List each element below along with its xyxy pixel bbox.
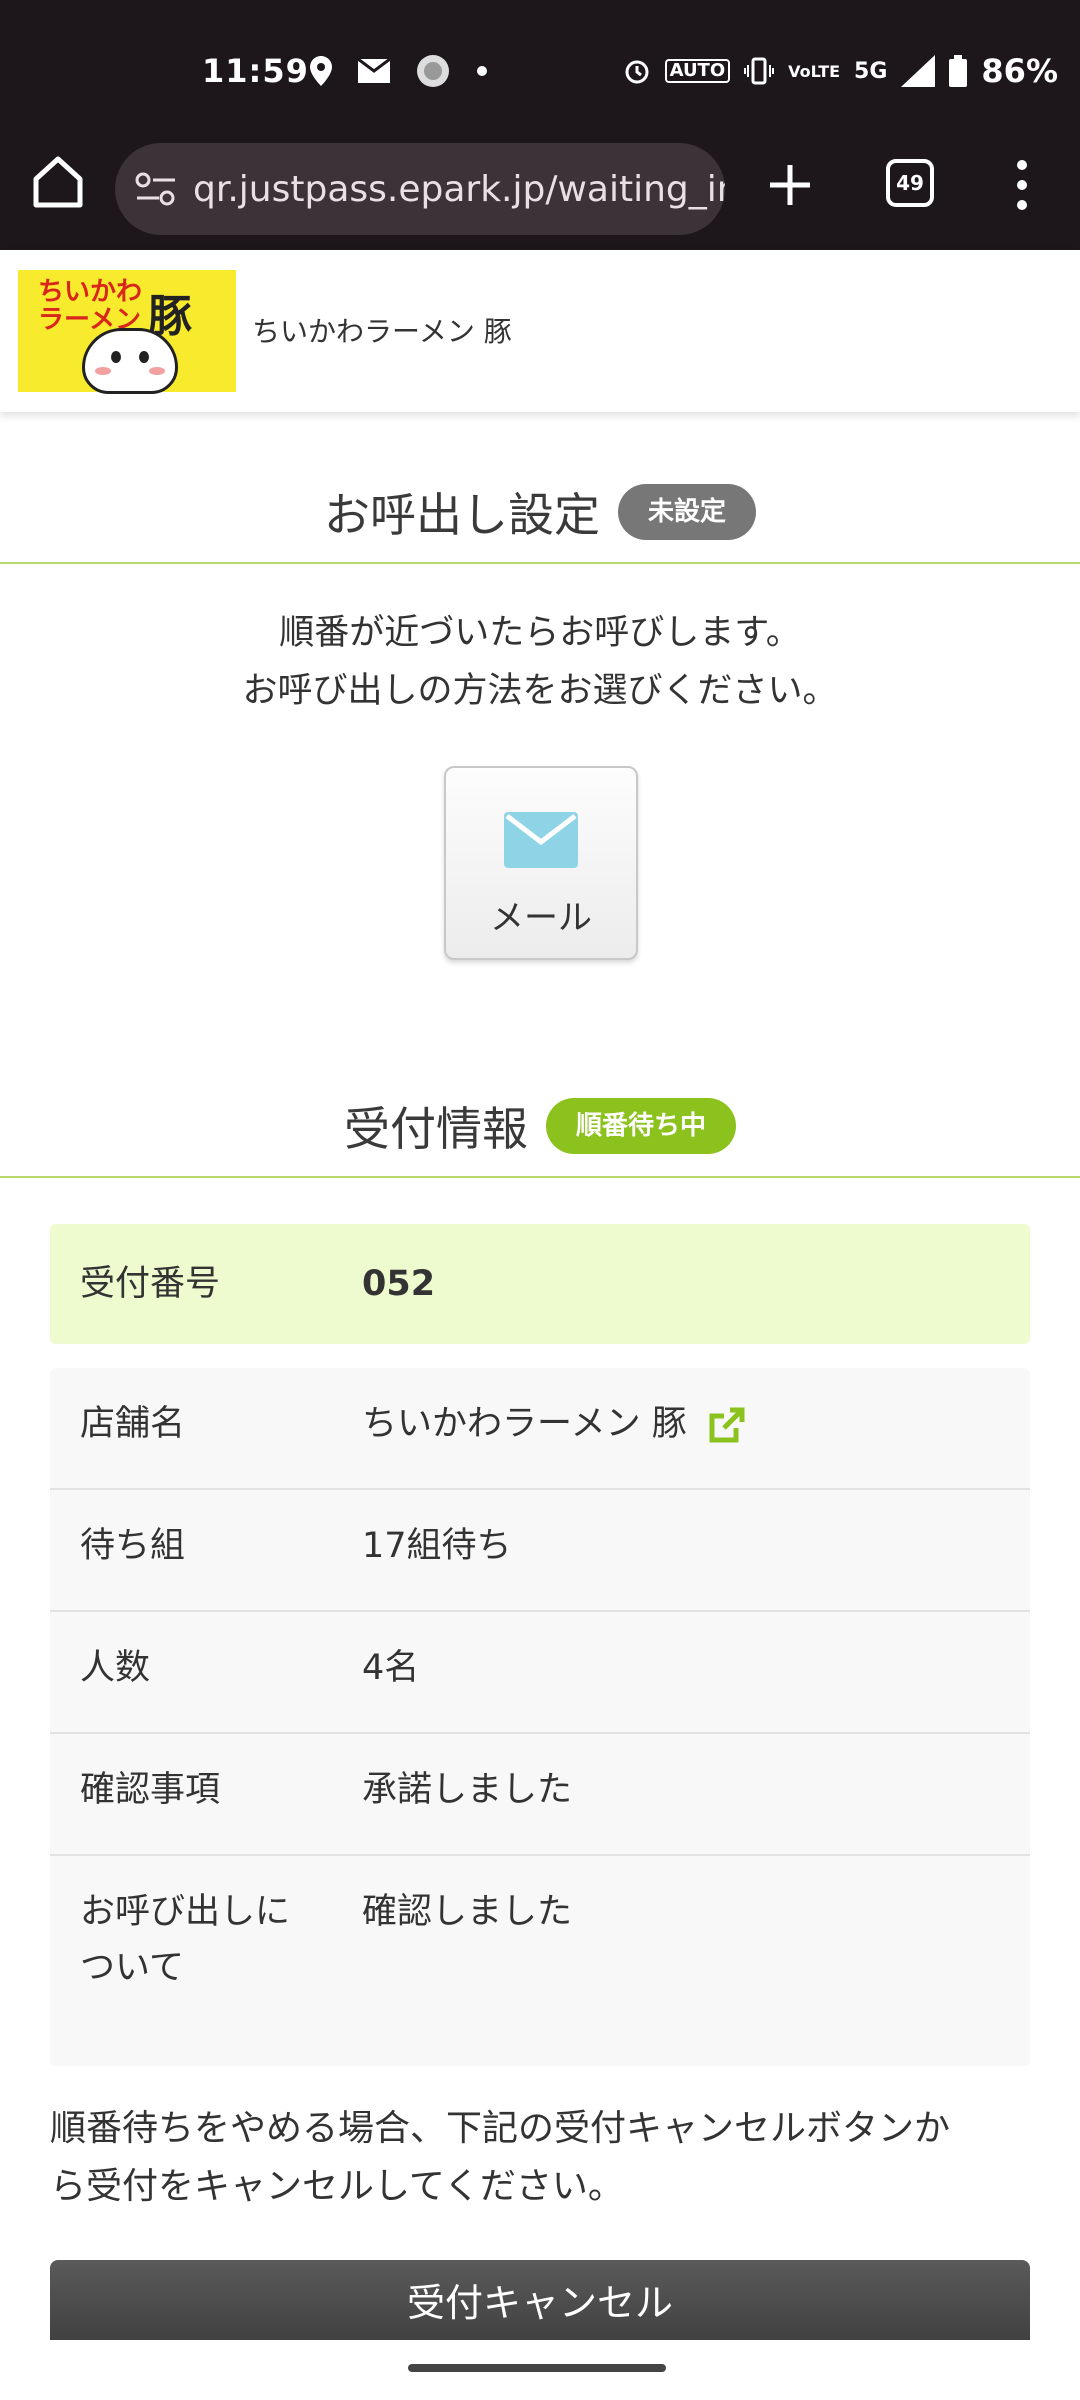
reception-info-table: 店舗名 ちいかわラーメン 豚 待ち組 17組待ち 人数 4名 確認事項 承諾しま… bbox=[50, 1368, 1030, 2066]
reception-info-title: 受付情報 bbox=[343, 1102, 528, 1156]
cancel-reception-button[interactable]: 受付キャンセル bbox=[50, 2260, 1030, 2350]
signal-icon bbox=[901, 55, 936, 87]
call-description: 順番が近づいたらお呼びします。 お呼び出しの方法をお選びください。 bbox=[0, 604, 1080, 720]
confirmation-value: 承諾しました bbox=[362, 1770, 573, 1810]
call-notice-value: 確認しました bbox=[362, 1892, 573, 1932]
mail-button-label: メール bbox=[490, 898, 592, 938]
reception-number-value: 052 bbox=[362, 1264, 436, 1304]
volte-icon: VoLTE bbox=[788, 61, 841, 81]
reception-number-label: 受付番号 bbox=[80, 1264, 221, 1304]
external-link-icon[interactable] bbox=[708, 1406, 746, 1444]
status-time: 11:59 bbox=[202, 52, 309, 90]
party-size-label: 人数 bbox=[80, 1648, 151, 1688]
envelope-icon bbox=[504, 812, 578, 868]
network-5g-icon: 5G bbox=[854, 58, 888, 84]
cancel-note-line1: 順番待ちをやめる場合、下記の受付キャンセルボタンか bbox=[50, 2108, 951, 2149]
app-notification-icon bbox=[417, 55, 449, 87]
not-set-badge: 未設定 bbox=[617, 484, 756, 540]
battery-icon bbox=[949, 55, 968, 87]
tab-switcher-button[interactable]: 49 bbox=[886, 159, 934, 207]
waiting-status-badge: 順番待ち中 bbox=[545, 1098, 736, 1154]
alarm-icon bbox=[625, 60, 649, 84]
logo-text: ちいかわ ラーメン bbox=[38, 277, 143, 335]
browser-toolbar: qr.justpass.epark.jp/waiting_ir 49 bbox=[0, 125, 1080, 250]
call-settings-header: お呼出し設定 未設定 bbox=[0, 462, 1080, 564]
table-row: 確認事項 承諾しました bbox=[50, 1734, 1030, 1856]
call-description-line2: お呼び出しの方法をお選びください。 bbox=[242, 671, 838, 711]
auto-hz-icon: AUTO bbox=[664, 59, 731, 83]
wait-groups-value: 17組待ち bbox=[362, 1526, 512, 1566]
shop-header: ちいかわ ラーメン 豚 ちいかわラーメン 豚 bbox=[0, 250, 1080, 412]
shop-logo[interactable]: ちいかわ ラーメン 豚 bbox=[18, 270, 236, 394]
home-icon[interactable] bbox=[30, 153, 86, 209]
gesture-handle[interactable] bbox=[408, 2364, 666, 2372]
table-row: 待ち組 17組待ち bbox=[50, 1490, 1030, 1612]
reception-number-row: 受付番号 052 bbox=[50, 1224, 1030, 1344]
table-row: お呼び出しに ついて 確認しました bbox=[50, 1856, 1030, 2066]
more-menu-icon[interactable] bbox=[1010, 155, 1034, 215]
location-icon bbox=[310, 56, 332, 86]
battery-percent: 86% bbox=[981, 52, 1058, 90]
address-bar[interactable]: qr.justpass.epark.jp/waiting_ir bbox=[115, 143, 725, 235]
cancel-note-line2: ら受付をキャンセルしてください。 bbox=[50, 2166, 624, 2207]
status-bar: 11:59 AUTO VoLTE 5G 86% bbox=[0, 0, 1080, 125]
party-size-value: 4名 bbox=[362, 1648, 420, 1688]
shop-name: ちいかわラーメン 豚 bbox=[252, 315, 512, 348]
call-settings-title: お呼出し設定 bbox=[323, 488, 600, 542]
table-row: 人数 4名 bbox=[50, 1612, 1030, 1734]
shop-label: 店舗名 bbox=[80, 1404, 186, 1444]
system-nav-bar bbox=[0, 2340, 1080, 2400]
wait-groups-label: 待ち組 bbox=[80, 1526, 186, 1566]
table-row: 店舗名 ちいかわラーメン 豚 bbox=[50, 1368, 1030, 1490]
more-notifications-dot-icon bbox=[477, 66, 487, 76]
shop-value[interactable]: ちいかわラーメン 豚 bbox=[362, 1396, 746, 1452]
cancel-note: 順番待ちをやめる場合、下記の受付キャンセルボタンか ら受付をキャンセルしてくださ… bbox=[50, 2100, 1030, 2216]
mail-notification-icon bbox=[358, 59, 390, 83]
mail-button[interactable]: メール bbox=[444, 766, 638, 960]
new-tab-icon[interactable] bbox=[762, 157, 818, 213]
vibrate-icon bbox=[744, 57, 775, 85]
call-description-line1: 順番が近づいたらお呼びします。 bbox=[279, 613, 801, 653]
call-notice-label: お呼び出しに ついて bbox=[80, 1892, 291, 1988]
reception-info-header: 受付情報 順番待ち中 bbox=[0, 1076, 1080, 1178]
url-text[interactable]: qr.justpass.epark.jp/waiting_ir bbox=[193, 169, 725, 210]
character-face-icon bbox=[82, 328, 178, 394]
confirmation-label: 確認事項 bbox=[80, 1770, 221, 1810]
shop-link[interactable]: ちいかわラーメン 豚 bbox=[362, 1404, 687, 1444]
site-settings-icon[interactable] bbox=[135, 171, 177, 207]
